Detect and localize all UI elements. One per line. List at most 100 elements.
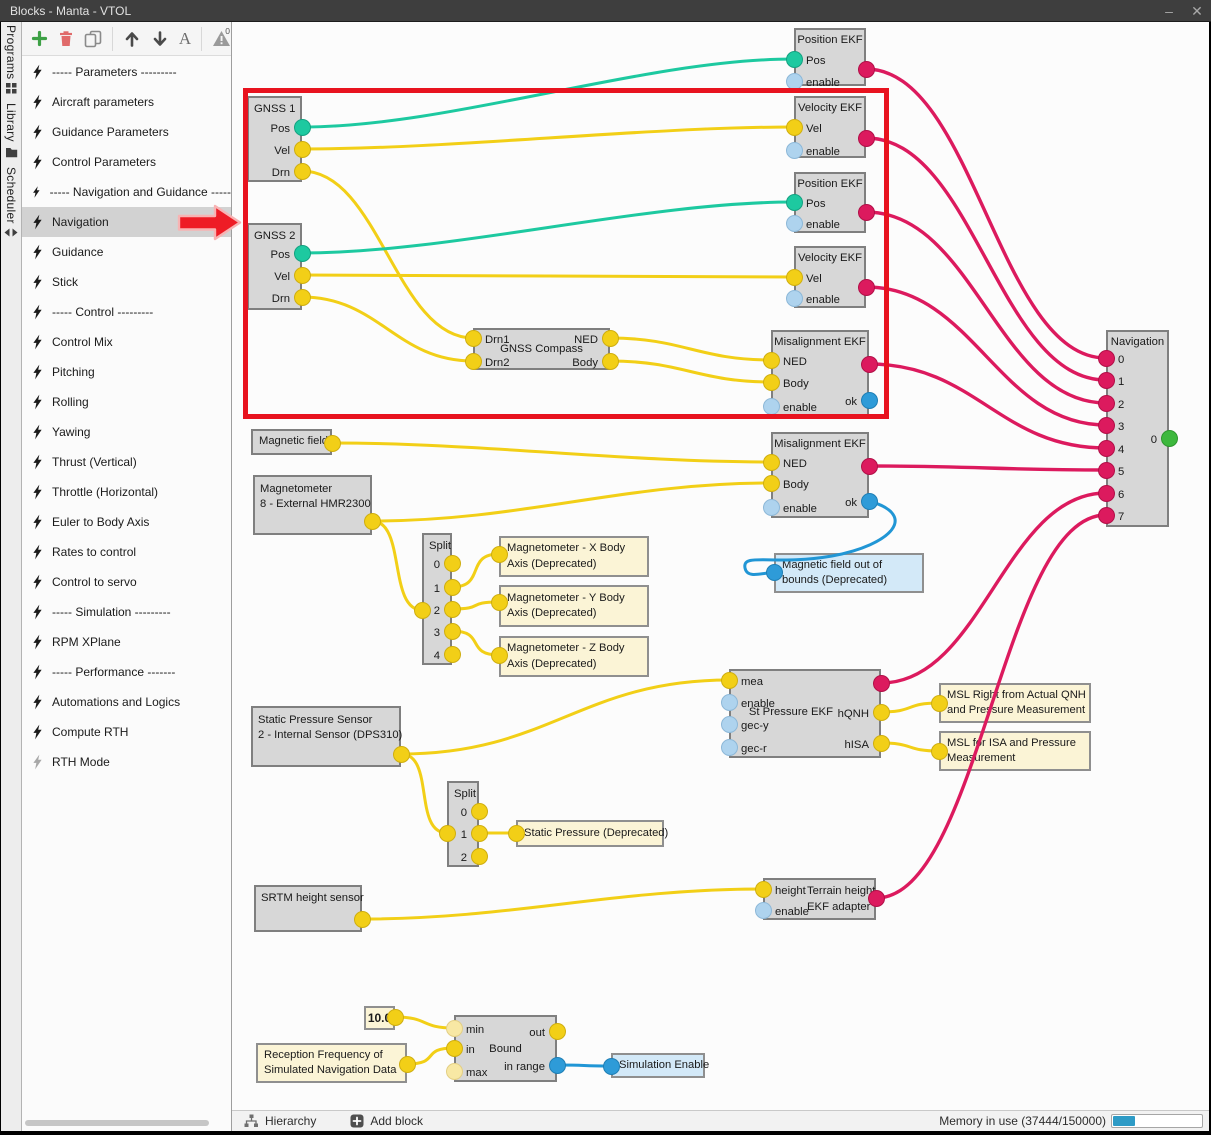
port-nav-5[interactable] [1098,462,1115,479]
port-sps-out[interactable] [393,746,410,763]
port-terrain-enable[interactable] [755,902,772,919]
port-misekf2-ok[interactable] [861,493,878,510]
port-compass-body[interactable] [602,353,619,370]
port-compass-drn1[interactable] [465,330,482,347]
wire-posekf2-to-nav-2[interactable] [866,212,1106,403]
wire-velekf1-to-nav-1[interactable] [866,138,1106,380]
sidebar-item-performance[interactable]: ----- Performance ------- [22,657,231,687]
port-gnss2-pos[interactable] [294,245,311,262]
port-nav-1[interactable] [1098,372,1115,389]
port-posekf1-enable[interactable] [786,73,803,90]
add-item-button[interactable] [31,27,48,51]
block-velekf2[interactable]: Velocity EKFVelenable [794,246,866,308]
port-split1-3[interactable] [444,623,461,640]
block-msl1[interactable]: MSL Right from Actual QNHand Pressure Me… [939,683,1091,723]
block-sps[interactable]: Static Pressure Sensor2 - Internal Senso… [251,706,401,767]
tab-library[interactable]: Library [4,103,18,158]
port-misekf1-body[interactable] [763,374,780,391]
port-terrain-out[interactable] [868,890,885,907]
port-split1-2[interactable] [444,601,461,618]
port-stpekf-hqnh[interactable] [873,704,890,721]
sidebar-item-control-mix[interactable]: Control Mix [22,327,231,357]
sidebar-hscrollbar-thumb[interactable] [25,1120,209,1126]
sidebar-item-yawing[interactable]: Yawing [22,417,231,447]
sidebar-item-guidance[interactable]: Guidance [22,237,231,267]
port-magx-in[interactable] [491,546,508,563]
sidebar-item-guidance-parameters[interactable]: Guidance Parameters [22,117,231,147]
block-stpekf[interactable]: St Pressure EKFmeaenablegec-ygec-rhQNHhI… [729,669,881,758]
wire-magneto-to-misekf2-body[interactable] [372,483,771,521]
delete-item-button[interactable] [58,27,74,51]
port-stpekf-enable[interactable] [721,694,738,711]
sidebar-item-rates-to-control[interactable]: Rates to control [22,537,231,567]
port-gnss2-vel[interactable] [294,267,311,284]
wire-srtm-to-terrain-height[interactable] [362,889,763,919]
sidebar-item-automations-and-logics[interactable]: Automations and Logics [22,687,231,717]
minimize-icon[interactable]: – [1155,1,1183,21]
port-oob-in[interactable] [766,564,783,581]
collapse-arrows-icon[interactable] [4,228,18,237]
port-split1-0[interactable] [444,555,461,572]
block-diagram-canvas[interactable]: GNSS 1PosVelDrnGNSS 2PosVelDrnPosition E… [232,22,1209,1110]
port-split2-2[interactable] [471,848,488,865]
port-bound-min[interactable] [446,1020,463,1037]
port-magneto-out[interactable] [364,513,381,530]
port-gnss1-drn[interactable] [294,163,311,180]
sidebar-item-rpm-xplane[interactable]: RPM XPlane [22,627,231,657]
port-posekf2-enable[interactable] [786,215,803,232]
tab-programs[interactable]: Programs [4,25,18,94]
port-split2-1[interactable] [471,825,488,842]
block-misekf1[interactable]: Misalignment EKFNEDBodyenableok [771,330,869,418]
sidebar-item-throttle-horizontal[interactable]: Throttle (Horizontal) [22,477,231,507]
port-bound-out[interactable] [549,1023,566,1040]
port-misekf1-ned[interactable] [763,352,780,369]
wire-sps-to-stpekf-mea[interactable] [401,680,729,754]
sidebar-item-simulation[interactable]: ----- Simulation --------- [22,597,231,627]
port-split2-0[interactable] [471,803,488,820]
block-posekf1[interactable]: Position EKFPosenable [794,28,866,86]
port-magy-in[interactable] [491,594,508,611]
sidebar-item-euler-to-body-axis[interactable]: Euler to Body Axis [22,507,231,537]
sidebar-item-pitching[interactable]: Pitching [22,357,231,387]
sidebar-item-navigation-and-guidance[interactable]: ----- Navigation and Guidance ----- [22,177,231,207]
port-nav-4[interactable] [1098,440,1115,457]
sidebar-item-stick[interactable]: Stick [22,267,231,297]
block-compass[interactable]: GNSS CompassDrn1Drn2NEDBody [473,328,610,370]
port-magz-in[interactable] [491,647,508,664]
warnings-button[interactable]: 0 [212,27,231,51]
port-nav-3[interactable] [1098,417,1115,434]
block-oob[interactable]: Magnetic field out ofbounds (Deprecated) [774,553,924,593]
port-nav-0[interactable] [1161,430,1178,447]
block-magx[interactable]: Magnetometer - X BodyAxis (Deprecated) [499,536,649,577]
wire-compass-ned-to-misekf1-ned[interactable] [610,338,771,360]
block-recfreq[interactable]: Reception Frequency ofSimulated Navigati… [256,1043,407,1083]
port-split1-1[interactable] [444,579,461,596]
wire-gnss2-pos-to-posekf2-pos[interactable] [302,202,794,253]
port-posekf2-pos[interactable] [786,194,803,211]
port-magfield-out[interactable] [324,435,341,452]
port-split2-in[interactable] [439,825,456,842]
port-bound-in-range[interactable] [549,1057,566,1074]
wire-gnss2-drn-to-compass-drn2[interactable] [302,297,473,361]
block-srtm[interactable]: SRTM height sensor [254,885,362,932]
block-simen[interactable]: Simulation Enable [611,1053,705,1078]
port-msl1-in[interactable] [931,695,948,712]
port-velekf2-out[interactable] [858,279,875,296]
port-misekf2-out[interactable] [861,458,878,475]
port-msl2-in[interactable] [931,743,948,760]
port-nav-7[interactable] [1098,507,1115,524]
block-terrain[interactable]: Terrain heightEKF adapterheightenable [763,878,876,920]
port-stpekf-mea[interactable] [721,672,738,689]
move-up-button[interactable] [123,27,141,51]
block-nav[interactable]: Navigation012345670 [1106,330,1169,527]
port-posekf2-out[interactable] [858,204,875,221]
port-bound-in[interactable] [446,1040,463,1057]
port-gnss2-drn[interactable] [294,289,311,306]
sidebar-item-control[interactable]: ----- Control --------- [22,297,231,327]
wire-velekf2-to-nav-3[interactable] [866,287,1106,425]
add-block-button[interactable]: Add block [350,1114,423,1128]
wire-magfield-to-misekf2-ned[interactable] [332,443,771,462]
port-misekf1-out[interactable] [861,356,878,373]
port-misekf1-enable[interactable] [763,398,780,415]
wire-misekf2-to-nav-5[interactable] [869,466,1106,470]
